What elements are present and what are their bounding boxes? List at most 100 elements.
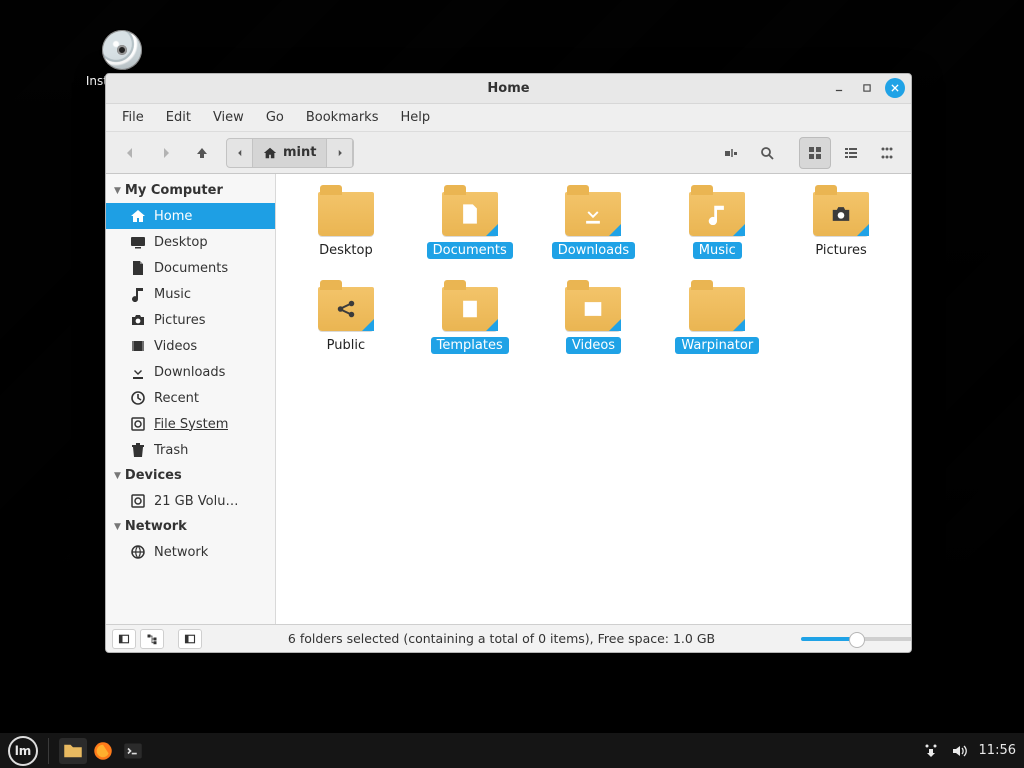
- breadcrumb: mint: [226, 138, 354, 168]
- folder-item-public[interactable]: Public: [291, 287, 401, 354]
- taskbar-firefox-button[interactable]: [89, 738, 117, 764]
- sidebar-section-header[interactable]: ▼Devices: [106, 463, 275, 488]
- sidebar-item-label: Downloads: [154, 365, 225, 380]
- folder-item-pictures[interactable]: Pictures: [786, 192, 896, 259]
- breadcrumb-current[interactable]: mint: [253, 139, 327, 167]
- up-button[interactable]: [186, 137, 218, 169]
- folder-item-desktop[interactable]: Desktop: [291, 192, 401, 259]
- sidebar-item-recent[interactable]: Recent: [106, 385, 275, 411]
- places-pane-button[interactable]: [112, 629, 136, 649]
- folder-label: Documents: [427, 242, 513, 259]
- folder-label: Desktop: [313, 242, 379, 259]
- compact-view-button[interactable]: [871, 137, 903, 169]
- folder-icon: [689, 192, 745, 236]
- list-view-button[interactable]: [835, 137, 867, 169]
- sidebar-item-21-gb-volu-[interactable]: 21 GB Volu…: [106, 488, 275, 514]
- sidebar-item-downloads[interactable]: Downloads: [106, 359, 275, 385]
- folder-item-downloads[interactable]: Downloads: [538, 192, 648, 259]
- folder-item-warpinator[interactable]: Warpinator: [662, 287, 772, 354]
- disk-icon: [130, 416, 146, 432]
- disk-icon: [130, 493, 146, 509]
- sidebar-section-header[interactable]: ▼My Computer: [106, 178, 275, 203]
- folder-icon: [565, 192, 621, 236]
- status-text: 6 folders selected (containing a total o…: [206, 631, 797, 646]
- share-icon: [318, 287, 374, 331]
- clock[interactable]: 11:56: [979, 743, 1016, 758]
- volume-icon[interactable]: [951, 743, 967, 759]
- treeview-pane-button[interactable]: [140, 629, 164, 649]
- titlebar[interactable]: Home: [106, 74, 911, 104]
- sidebar-item-desktop[interactable]: Desktop: [106, 229, 275, 255]
- menu-go[interactable]: Go: [256, 106, 294, 129]
- sidebar-section-header[interactable]: ▼Network: [106, 514, 275, 539]
- menu-help[interactable]: Help: [390, 106, 440, 129]
- music-icon: [130, 286, 146, 302]
- close-button[interactable]: [885, 78, 905, 98]
- desktop-icon: [130, 234, 146, 250]
- chevron-down-icon: ▼: [114, 471, 121, 481]
- chevron-down-icon: ▼: [114, 186, 121, 196]
- folder-item-music[interactable]: Music: [662, 192, 772, 259]
- menu-edit[interactable]: Edit: [156, 106, 201, 129]
- folder-item-videos[interactable]: Videos: [538, 287, 648, 354]
- sidebar-item-home[interactable]: Home: [106, 203, 275, 229]
- sidebar-item-label: Home: [154, 209, 192, 224]
- breadcrumb-prev-button[interactable]: [227, 139, 253, 167]
- document-icon: [442, 192, 498, 236]
- taskbar-files-button[interactable]: [59, 738, 87, 764]
- folder-icon: [318, 192, 374, 236]
- network-icon[interactable]: [923, 743, 939, 759]
- sidebar-item-documents[interactable]: Documents: [106, 255, 275, 281]
- folder-icon: [442, 287, 498, 331]
- download-icon: [565, 192, 621, 236]
- minimize-button[interactable]: [829, 78, 849, 98]
- maximize-button[interactable]: [857, 78, 877, 98]
- globe-icon: [130, 544, 146, 560]
- folder-icon: [813, 192, 869, 236]
- template-icon: [442, 287, 498, 331]
- taskbar-separator: [48, 738, 49, 764]
- desktop[interactable]: Install Linux Mint Home File Edit View G…: [0, 0, 1024, 768]
- sidebar-item-music[interactable]: Music: [106, 281, 275, 307]
- menu-view[interactable]: View: [203, 106, 254, 129]
- sidebar-item-file-system[interactable]: File System: [106, 411, 275, 437]
- system-tray: 11:56: [923, 743, 1016, 759]
- folder-icon: [565, 287, 621, 331]
- sidebar-item-videos[interactable]: Videos: [106, 333, 275, 359]
- camera-icon: [813, 192, 869, 236]
- menu-file[interactable]: File: [112, 106, 154, 129]
- folder-item-templates[interactable]: Templates: [415, 287, 525, 354]
- folder-label: Public: [321, 337, 371, 354]
- menubar: File Edit View Go Bookmarks Help: [106, 104, 911, 132]
- video-icon: [565, 287, 621, 331]
- folder-label: Downloads: [552, 242, 635, 259]
- icon-view-button[interactable]: [799, 137, 831, 169]
- start-menu-button[interactable]: lm: [8, 736, 38, 766]
- toggle-location-button[interactable]: [715, 137, 747, 169]
- search-button[interactable]: [751, 137, 783, 169]
- sidebar-item-label: Videos: [154, 339, 197, 354]
- folder-item-documents[interactable]: Documents: [415, 192, 525, 259]
- folder-label: Videos: [566, 337, 621, 354]
- sidebar-item-pictures[interactable]: Pictures: [106, 307, 275, 333]
- sidebar-item-trash[interactable]: Trash: [106, 437, 275, 463]
- home-icon: [263, 146, 277, 160]
- back-button[interactable]: [114, 137, 146, 169]
- menu-bookmarks[interactable]: Bookmarks: [296, 106, 389, 129]
- disc-icon: [102, 30, 142, 70]
- video-icon: [130, 338, 146, 354]
- chevron-down-icon: ▼: [114, 522, 121, 532]
- music-icon: [689, 192, 745, 236]
- zoom-slider[interactable]: [801, 637, 901, 641]
- sidebar-item-label: Recent: [154, 391, 199, 406]
- folder-content[interactable]: Desktop Documents Downloads Music Pictures Pu…: [276, 174, 911, 624]
- folder-label: Music: [693, 242, 742, 259]
- trash-icon: [130, 442, 146, 458]
- file-manager-window: Home File Edit View Go Bookmarks Help: [105, 73, 912, 653]
- taskbar-terminal-button[interactable]: [119, 738, 147, 764]
- sidebar-item-network[interactable]: Network: [106, 539, 275, 565]
- show-hidden-button[interactable]: [178, 629, 202, 649]
- forward-button[interactable]: [150, 137, 182, 169]
- breadcrumb-next-button[interactable]: [327, 139, 353, 167]
- sidebar-item-label: Desktop: [154, 235, 208, 250]
